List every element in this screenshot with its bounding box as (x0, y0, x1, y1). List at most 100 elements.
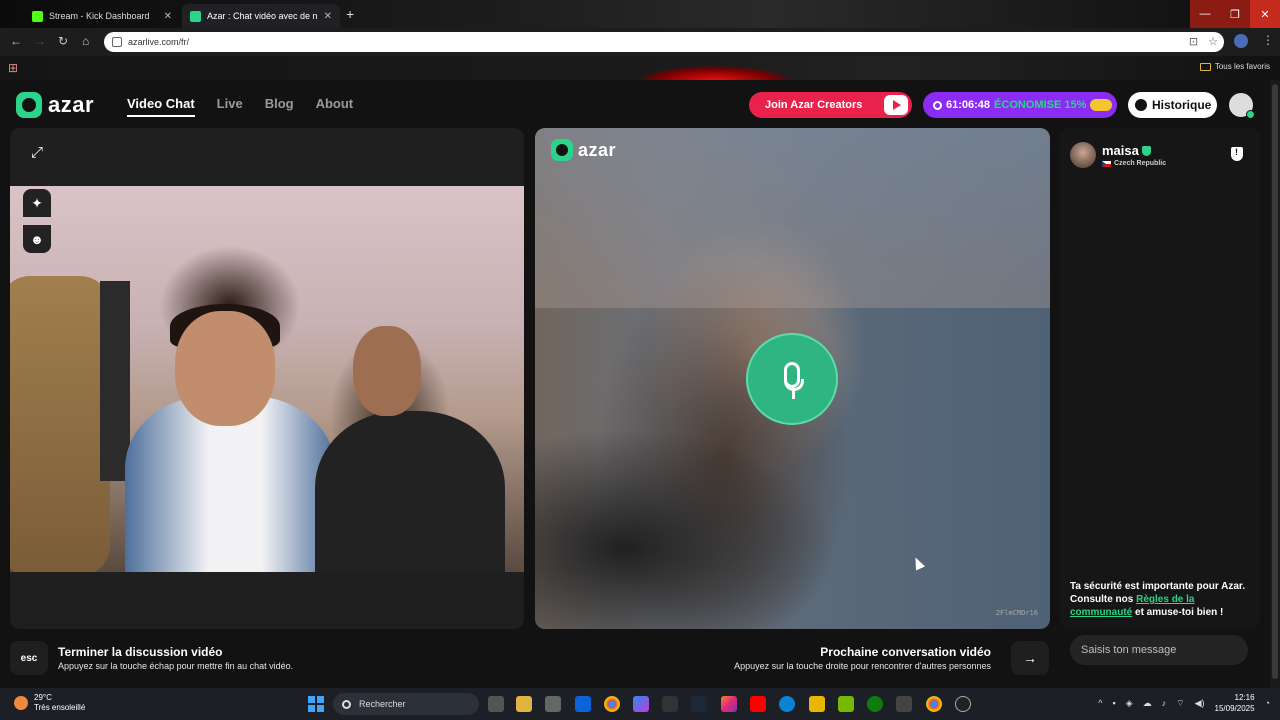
history-icon (1135, 99, 1147, 111)
home-icon[interactable]: ⌂ (82, 34, 89, 48)
partner-avatar[interactable] (1070, 142, 1096, 168)
steam-icon[interactable] (691, 696, 707, 712)
tab-label: Azar : Chat vidéo avec de n (207, 11, 318, 21)
youtube-icon[interactable] (750, 696, 766, 712)
tab-azar[interactable]: Azar : Chat vidéo avec de n ✕ (182, 4, 340, 28)
search-icon (342, 699, 351, 709)
instagram-icon[interactable] (721, 696, 737, 712)
volume-icon[interactable]: ◀) (1195, 698, 1205, 709)
tab-label: Stream - Kick Dashboard (49, 11, 150, 21)
report-shield-icon[interactable] (1231, 147, 1243, 161)
effects-sparkle-icon[interactable]: ✦ (23, 189, 51, 217)
minimize-button[interactable]: — (1190, 0, 1220, 28)
chrome-profile-icon[interactable] (926, 696, 942, 712)
taskbar-clock[interactable]: 12:16 15/09/2025 (1215, 692, 1255, 714)
weather-widget[interactable]: 29°C Très ensoleillé (14, 693, 85, 713)
azar-logo-text: azar (48, 92, 95, 117)
esc-key-button[interactable]: esc (10, 641, 48, 675)
azar-logo[interactable]: azar (16, 92, 94, 118)
wifi-icon[interactable]: ⌔ (1176, 698, 1184, 709)
tray-chevron-icon[interactable]: ^ (1098, 698, 1102, 708)
all-bookmarks-folder[interactable]: Tous les favoris (1199, 62, 1270, 71)
obs-icon[interactable] (955, 696, 971, 712)
history-button[interactable]: Historique (1128, 92, 1217, 118)
new-tab-button[interactable]: + (346, 6, 354, 22)
partner-name: maisa (1102, 143, 1151, 158)
face-filter-icon[interactable]: ☻ (23, 225, 51, 253)
close-tab-icon[interactable]: ✕ (164, 11, 172, 22)
user-avatar[interactable] (1229, 93, 1255, 119)
nvidia-icon[interactable] (838, 696, 854, 712)
close-tab-icon[interactable]: ✕ (324, 11, 332, 22)
next-chat-hint: Appuyez sur la touche droite pour rencon… (734, 661, 991, 671)
weather-temp: 29°C (34, 693, 52, 702)
kick-icon (32, 10, 43, 22)
address-bar-row: ← → ↻ ⌂ azarlive.com/fr/ ⊡ ☆ (0, 28, 1280, 56)
back-icon[interactable]: ← (10, 34, 22, 48)
expand-icon[interactable]: ⤢ (27, 144, 47, 164)
forward-icon[interactable]: → (34, 34, 46, 48)
install-app-icon[interactable]: ⊡ (1189, 35, 1198, 48)
copilot-icon[interactable] (633, 696, 649, 712)
microphone-button[interactable] (746, 333, 838, 425)
page-scrollbar[interactable] (1270, 80, 1280, 688)
browser-profile-avatar[interactable] (1234, 34, 1248, 48)
main-nav: Video Chat Live Blog About (127, 96, 353, 117)
browser-menu-icon[interactable]: ⋮ (1262, 33, 1274, 47)
azar-logo-icon (16, 92, 42, 118)
nav-about[interactable]: About (316, 96, 354, 117)
nav-live[interactable]: Live (217, 96, 243, 117)
end-chat-title: Terminer la discussion vidéo (58, 645, 223, 659)
epic-games-icon[interactable] (662, 696, 678, 712)
store-icon[interactable] (545, 696, 561, 712)
next-arrow-button[interactable]: → (1011, 641, 1049, 675)
scrollbar-thumb[interactable] (1272, 84, 1278, 679)
bookmark-star-icon[interactable]: ☆ (1208, 35, 1218, 48)
all-bookmarks-label: Tous les favoris (1214, 62, 1270, 71)
nav-blog[interactable]: Blog (265, 96, 294, 117)
outlook-icon[interactable] (575, 696, 591, 712)
xbox-icon[interactable] (867, 696, 883, 712)
window-controls: — ❐ ✕ (1190, 0, 1280, 28)
close-window-button[interactable]: ✕ (1250, 0, 1280, 28)
azar-logo-icon (551, 139, 573, 161)
nvidia-tray-icon[interactable]: ▪ (1113, 698, 1116, 708)
notifications-bell-icon[interactable]: ◔ (1265, 698, 1270, 708)
tab-kick-dashboard[interactable]: Stream - Kick Dashboard ✕ (24, 4, 180, 28)
end-chat-hint: Appuyez sur la touche échap pour mettre … (58, 661, 294, 671)
safety-note: Ta sécurité est importante pour Azar. Co… (1070, 581, 1246, 618)
apps-grid-icon[interactable]: ⊞ (8, 61, 18, 75)
url-text: azarlive.com/fr/ (128, 37, 190, 47)
weather-desc: Très ensoleillé (34, 703, 86, 712)
join-creators-label: Join Azar Creators (765, 99, 863, 111)
microphone-tray-icon[interactable]: ♪ (1162, 698, 1167, 708)
taskbar-search-label: Rechercher (359, 699, 406, 709)
history-label: Historique (1152, 98, 1212, 112)
chrome-icon[interactable] (604, 696, 620, 712)
azar-watermark-text: azar (578, 139, 617, 160)
join-creators-button[interactable]: Join Azar Creators (749, 92, 912, 118)
promo-discount: ÉCONOMISE 15% (994, 99, 1087, 111)
url-field[interactable]: azarlive.com/fr/ ⊡ ☆ (104, 32, 1224, 52)
file-explorer-icon[interactable] (516, 696, 532, 712)
promo-badge[interactable]: 61:06:48 ÉCONOMISE 15% (923, 92, 1117, 118)
reload-icon[interactable]: ↻ (58, 34, 68, 48)
nav-video-chat[interactable]: Video Chat (127, 96, 195, 117)
taskbar-search[interactable]: Rechercher (333, 693, 479, 715)
network-tray-icon[interactable]: ◈ (1126, 698, 1133, 709)
browser-tab-bar: Stream - Kick Dashboard ✕ Azar : Chat vi… (0, 0, 1280, 28)
windows-taskbar: 29°C Très ensoleillé Rechercher ^ ▪ ◈ ☁ … (0, 688, 1280, 720)
gems-icon (1090, 99, 1113, 111)
clock-date: 15/09/2025 (1214, 704, 1255, 713)
task-view-icon[interactable] (488, 696, 504, 712)
rockstar-icon[interactable] (809, 696, 825, 712)
online-status-icon (1246, 110, 1255, 119)
site-info-icon[interactable] (112, 37, 122, 47)
chat-message-input[interactable] (1070, 635, 1248, 665)
windows-start-icon[interactable] (308, 696, 324, 712)
local-camera-feed (10, 186, 524, 572)
maximize-button[interactable]: ❐ (1220, 0, 1250, 28)
onedrive-icon[interactable]: ☁ (1143, 698, 1152, 709)
app-icon[interactable] (896, 696, 912, 712)
edge-icon[interactable] (779, 696, 795, 712)
